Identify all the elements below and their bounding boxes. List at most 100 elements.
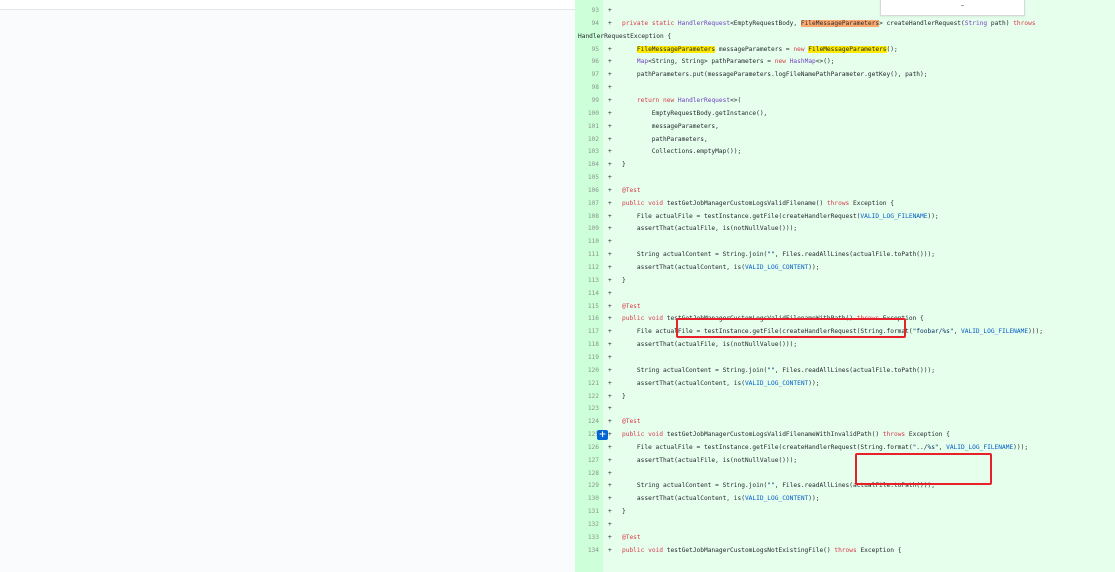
line-number[interactable]: 115 [579, 301, 599, 313]
line-number[interactable]: 110 [579, 236, 599, 248]
diff-line: 118 + assertThat(actualFile, is(notNullVa… [575, 339, 1115, 351]
diff-sign: + [608, 161, 612, 169]
line-number[interactable]: 93 [579, 5, 599, 17]
line-number[interactable]: 127 [579, 455, 599, 467]
line-number[interactable]: 105 [579, 172, 599, 184]
line-number[interactable]: 113 [579, 275, 599, 287]
diff-line: HandlerRequestException { [575, 31, 1115, 43]
code-text: public void testGetJobManagerCustomLogsV… [622, 431, 950, 439]
diff-line: 116 + public void testGetJobManagerCustomL… [575, 313, 1115, 325]
line-number[interactable]: 122 [579, 391, 599, 403]
line-number[interactable]: 120 [579, 365, 599, 377]
plus-icon: + [598, 430, 607, 440]
diff-line: 94 + private static HandlerRequest<EmptyRe… [575, 18, 1115, 30]
diff-left-pane-empty [0, 10, 575, 572]
diff-line: 99 + return new HandlerRequest<>( [575, 95, 1115, 107]
line-number[interactable]: 117 [579, 326, 599, 338]
line-number[interactable]: 109 [579, 223, 599, 235]
line-number[interactable]: 118 [579, 339, 599, 351]
line-number[interactable]: 106 [579, 185, 599, 197]
line-number[interactable]: 112 [579, 262, 599, 274]
line-number[interactable]: 100 [579, 108, 599, 120]
diff-sign: + [608, 212, 612, 220]
diff-sign: + [608, 45, 612, 53]
line-number[interactable]: 125 [579, 429, 599, 441]
code-text: public void testGetJobManagerCustomLogsV… [622, 199, 894, 207]
code-text: } [622, 508, 626, 516]
line-number[interactable]: 96 [579, 56, 599, 68]
code-text: String actualContent = String.join("", F… [622, 251, 935, 259]
code-text: pathParameters, [622, 135, 708, 143]
diff-line: 104 +} [575, 159, 1115, 171]
diff-sign: + [608, 238, 612, 246]
expand-lines-button[interactable]: + [597, 430, 608, 440]
line-number[interactable]: 126 [579, 442, 599, 454]
code-text: FileMessageParameters messageParameters … [636, 45, 898, 53]
code-text: String actualContent = String.join("", F… [622, 366, 935, 374]
code-text: Collections.emptyMap()); [622, 148, 742, 156]
line-number[interactable]: 101 [579, 121, 599, 133]
diff-sign: + [608, 84, 612, 92]
diff-line: 117 + File actualFile = testInstance.getF… [575, 326, 1115, 338]
diff-sign: + [608, 71, 612, 79]
line-number[interactable]: 133 [579, 532, 599, 544]
diff-line: 120 + String actualContent = String.join(… [575, 365, 1115, 377]
line-number[interactable]: 123 [579, 403, 599, 415]
diff-right-pane[interactable]: 93 +94 + private static HandlerRequest<Empt… [575, 0, 1115, 572]
code-text: String actualContent = String.join("", F… [622, 482, 935, 490]
line-number[interactable]: 98 [579, 82, 599, 94]
diff-line: 112 + assertThat(actualContent, is(VALID_… [575, 262, 1115, 274]
line-number[interactable]: 97 [579, 69, 599, 81]
line-number[interactable]: 107 [579, 198, 599, 210]
line-number[interactable]: 95 [579, 44, 599, 56]
toolbar-popup[interactable]: - [880, 0, 1025, 16]
popup-text: - [961, 5, 964, 6]
diff-sign: + [608, 443, 612, 451]
line-number[interactable]: 108 [579, 211, 599, 223]
line-number[interactable]: 111 [579, 249, 599, 261]
line-number[interactable]: 102 [579, 134, 599, 146]
diff-sign: + [608, 58, 612, 66]
code-text: File actualFile = testInstance.getFile(c… [622, 212, 939, 220]
line-number[interactable]: 132 [579, 519, 599, 531]
line-number[interactable]: 124 [579, 416, 599, 428]
line-number[interactable]: 121 [579, 378, 599, 390]
diff-sign: + [608, 186, 612, 194]
code-text: private static HandlerRequest<EmptyReque… [622, 19, 1036, 27]
line-number[interactable]: 114 [579, 288, 599, 300]
diff-line: 129 + String actualContent = String.join(… [575, 480, 1115, 492]
line-number[interactable]: 103 [579, 146, 599, 158]
line-number[interactable]: 104 [579, 159, 599, 171]
diff-sign: + [608, 289, 612, 297]
code-text: @Test [622, 418, 641, 426]
diff-line: 95 + FileMessageParameters messageParamet… [575, 44, 1115, 56]
diff-sign: + [608, 533, 612, 541]
diff-sign: + [608, 456, 612, 464]
diff-sign: + [608, 418, 612, 426]
code-text: File actualFile = testInstance.getFile(c… [622, 328, 1043, 336]
diff-line: 132 + [575, 519, 1115, 531]
diff-sign: + [608, 109, 612, 117]
line-number[interactable]: 131 [579, 506, 599, 518]
line-number[interactable]: 128 [579, 468, 599, 480]
line-number[interactable]: 99 [579, 95, 599, 107]
diff-line: 106 + @Test [575, 185, 1115, 197]
code-text: return new HandlerRequest<>( [636, 96, 742, 104]
code-text: } [622, 276, 626, 284]
diff-sign: + [608, 482, 612, 490]
line-number[interactable]: 119 [579, 352, 599, 364]
diff-line: 107 + public void testGetJobManagerCustomL… [575, 198, 1115, 210]
diff-line: 125 + public void testGetJobManagerCustomL… [575, 429, 1115, 441]
diff-line: 121 + assertThat(actualContent, is(VALID_… [575, 378, 1115, 390]
line-number[interactable]: 130 [579, 493, 599, 505]
line-number[interactable]: 116 [579, 313, 599, 325]
diff-line: 105 + [575, 172, 1115, 184]
line-number[interactable]: 94 [579, 18, 599, 30]
diff-sign: + [608, 431, 612, 439]
line-number[interactable]: 129 [579, 480, 599, 492]
code-text: public void testGetJobManagerCustomLogsV… [622, 315, 924, 323]
code-text: @Test [622, 186, 641, 194]
diff-line: 101 + messageParameters, [575, 121, 1115, 133]
code-text: } [622, 392, 626, 400]
line-number[interactable]: 134 [579, 545, 599, 557]
